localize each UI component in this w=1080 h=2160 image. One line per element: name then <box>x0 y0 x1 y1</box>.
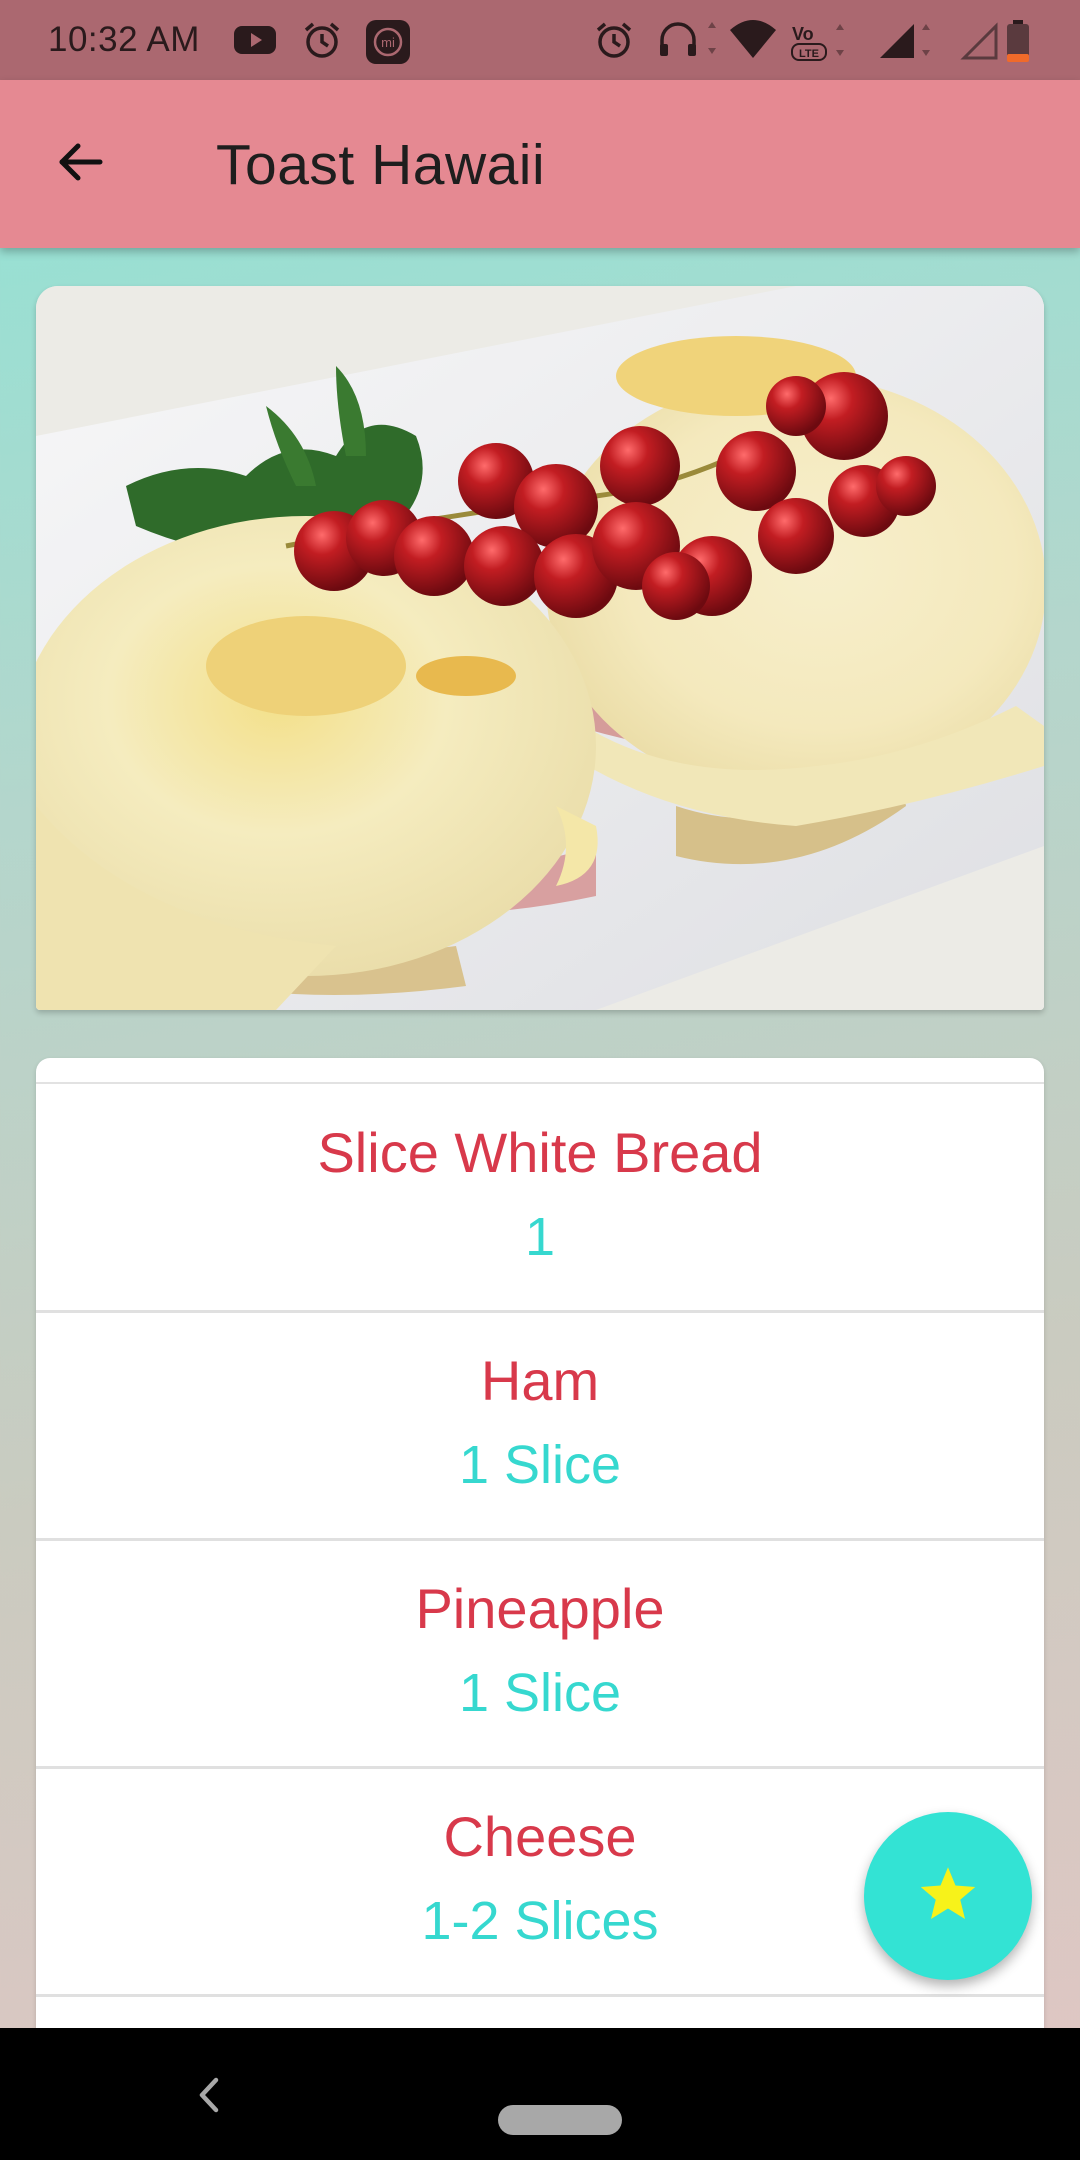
nav-home-pill[interactable] <box>498 2105 622 2135</box>
back-button[interactable] <box>40 126 120 202</box>
list-item[interactable]: Slice White Bread 1 <box>36 1084 1044 1313</box>
signal-icon <box>876 18 936 62</box>
status-bar: 10:32 AM mi Vo LTE <box>0 0 1080 80</box>
youtube-icon <box>232 18 278 62</box>
nav-back-button[interactable] <box>188 2070 228 2120</box>
ingredient-quantity: 1 Slice <box>458 1435 622 1495</box>
alarm-icon <box>592 18 636 62</box>
signal-empty-icon <box>960 18 1000 62</box>
ingredient-name: Pineapple <box>415 1577 665 1640</box>
list-item[interactable]: Pineapple 1 Slice <box>36 1540 1044 1769</box>
ingredient-name: Slice White Bread <box>317 1121 763 1184</box>
favorite-fab-button[interactable] <box>864 1812 1032 1980</box>
ingredient-list: Slice White Bread 1 Ham 1 Slice Pineappl… <box>36 1058 1044 2160</box>
svg-text:LTE: LTE <box>799 48 819 60</box>
svg-text:Vo: Vo <box>792 24 814 44</box>
volte-icon: Vo LTE <box>788 18 868 62</box>
toast-hawaii-photo <box>36 286 1044 1010</box>
headphones-icon <box>656 18 720 62</box>
ingredient-name: Ham <box>480 1349 600 1412</box>
ingredient-quantity: 1 <box>524 1207 556 1267</box>
mi-app-icon: mi <box>364 18 412 64</box>
page-title: Toast Hawaii <box>216 133 546 197</box>
battery-low-icon <box>1004 18 1032 62</box>
svg-text:mi: mi <box>381 35 395 50</box>
recipe-image <box>36 286 1044 1010</box>
star-icon <box>918 1865 978 1928</box>
wifi-icon <box>728 18 778 62</box>
system-nav-bar <box>0 2028 1080 2160</box>
status-time: 10:32 AM <box>48 20 200 59</box>
arrow-back-icon <box>52 134 108 195</box>
list-item[interactable]: Ham 1 Slice <box>36 1312 1044 1541</box>
ingredient-quantity: 1 Slice <box>458 1663 622 1723</box>
alarm-icon <box>300 18 344 62</box>
app-bar: Toast Hawaii <box>0 80 1080 248</box>
